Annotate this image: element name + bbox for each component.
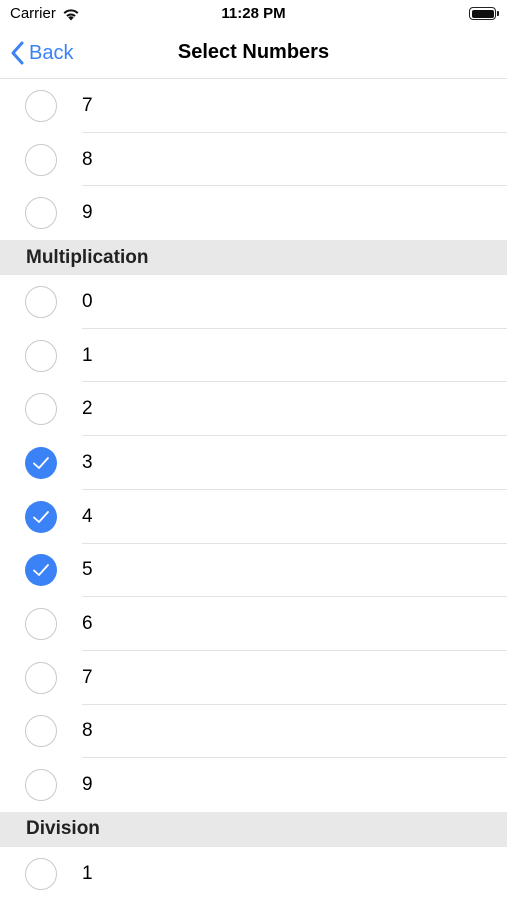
list-item-label: 9: [82, 774, 93, 796]
list-item[interactable]: 7: [0, 79, 507, 133]
battery-fill: [471, 9, 494, 18]
list-item[interactable]: 7: [0, 651, 507, 705]
unchecked-circle-icon[interactable]: [25, 143, 57, 176]
battery-icon: [469, 7, 499, 20]
list-item[interactable]: 4: [0, 490, 507, 544]
page-title: Select Numbers: [177, 41, 330, 63]
list-item[interactable]: 1: [0, 847, 507, 900]
unchecked-circle-icon[interactable]: [25, 393, 57, 426]
unchecked-circle-icon[interactable]: [25, 339, 57, 372]
list-item[interactable]: 6: [0, 597, 507, 651]
list-item-label: 4: [82, 505, 93, 527]
list-item-label: 8: [82, 720, 93, 742]
list-item-label: 6: [82, 613, 93, 635]
unchecked-circle-icon[interactable]: [25, 89, 57, 122]
status-time: 11:28 PM: [221, 5, 286, 22]
unchecked-circle-icon[interactable]: [25, 857, 57, 890]
unchecked-circle-icon[interactable]: [25, 769, 57, 802]
unchecked-circle-icon[interactable]: [25, 608, 57, 641]
list-item-label: 0: [82, 290, 93, 312]
list-item-label: 1: [82, 862, 93, 884]
unchecked-circle-icon[interactable]: [25, 715, 57, 748]
checkmark-icon: [33, 457, 49, 469]
list-item-label: 8: [82, 148, 93, 170]
screen: Carrier 11:28 PM Back Select Numbers 7 8 9…: [0, 0, 507, 900]
section-header: Multiplication: [0, 240, 507, 276]
unchecked-circle-icon[interactable]: [25, 285, 57, 318]
list-item-label: 3: [82, 451, 93, 473]
list-item-label: 7: [82, 94, 93, 116]
list-item[interactable]: 5: [0, 544, 507, 598]
checkmark-icon: [33, 564, 49, 577]
list-item[interactable]: 8: [0, 133, 507, 187]
list-item[interactable]: 1: [0, 329, 507, 383]
list-item[interactable]: 0: [0, 275, 507, 329]
list-item[interactable]: 3: [0, 436, 507, 490]
list-item-label: 1: [82, 344, 93, 366]
list-item[interactable]: 9: [0, 186, 507, 240]
list-item-label: 5: [82, 559, 93, 581]
checked-circle-icon[interactable]: [25, 500, 57, 533]
unchecked-circle-icon[interactable]: [25, 197, 57, 230]
status-bar: Carrier 11:28 PM: [0, 0, 507, 28]
list-item[interactable]: 8: [0, 705, 507, 759]
list-item-label: 9: [82, 202, 93, 224]
checked-circle-icon[interactable]: [25, 446, 57, 479]
checked-circle-icon[interactable]: [25, 554, 57, 587]
number-list: 7 8 9 Multiplication 0 1 2 3 4 5 6 7 8 9 Division 1: [0, 79, 507, 900]
list-item[interactable]: 9: [0, 758, 507, 812]
list-item-label: 2: [82, 398, 93, 420]
list-item-label: 7: [82, 666, 93, 688]
list-item[interactable]: 2: [0, 382, 507, 436]
unchecked-circle-icon[interactable]: [25, 661, 57, 694]
section-header: Division: [0, 811, 507, 847]
navigation-bar: Back Select Numbers: [0, 28, 507, 79]
checkmark-icon: [33, 510, 49, 523]
